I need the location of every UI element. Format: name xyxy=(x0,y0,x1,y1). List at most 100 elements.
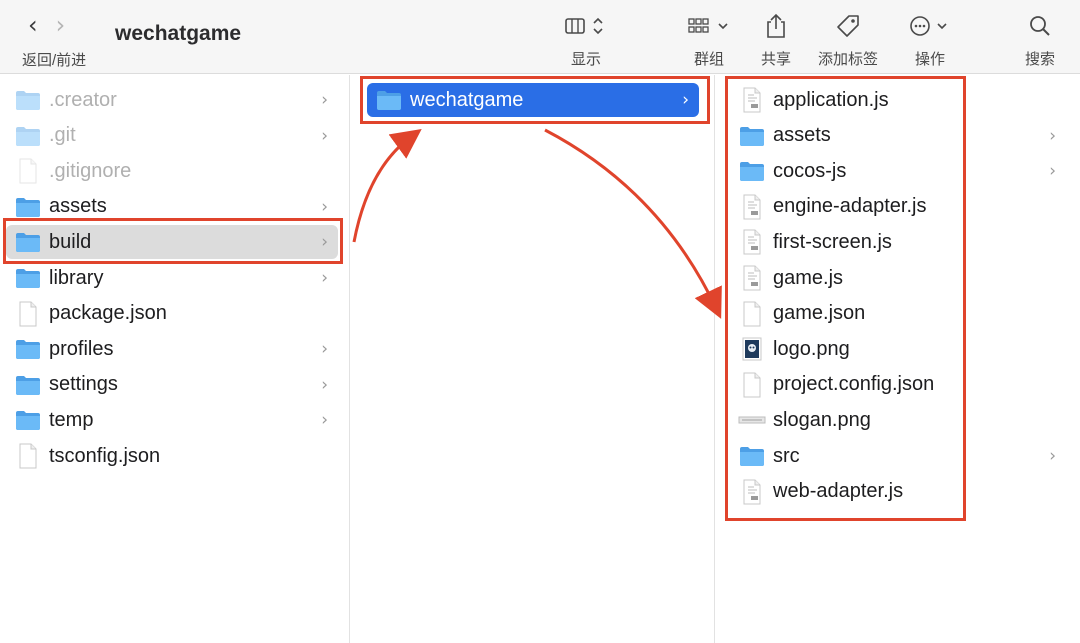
item-name: wechatgame xyxy=(410,88,524,111)
file-row[interactable]: game.js xyxy=(730,261,1066,295)
item-name: assets xyxy=(49,195,107,218)
js-file-icon xyxy=(738,479,766,505)
back-forward-caption: 返回/前进 xyxy=(22,52,87,69)
folder-icon xyxy=(14,230,42,254)
share-icon xyxy=(764,10,788,42)
item-name: web-adapter.js xyxy=(773,480,904,503)
item-name: .git xyxy=(49,124,76,147)
file-row[interactable]: game.json xyxy=(730,297,1066,331)
back-forward-buttons: ‹ › xyxy=(28,12,65,38)
folder-row[interactable]: src › xyxy=(730,439,1066,473)
view-label: 显示 xyxy=(570,51,601,68)
folder-row[interactable]: profiles › xyxy=(6,332,338,366)
column-project: .creator › .git › .gitignore assets › build › lib… xyxy=(0,75,350,643)
file-row[interactable]: project.config.json xyxy=(730,368,1066,402)
item-name: package.json xyxy=(49,302,167,325)
document-icon xyxy=(738,301,766,327)
group-button[interactable]: 群组 xyxy=(686,10,732,69)
back-chevron-icon[interactable]: ‹ xyxy=(28,12,38,38)
action-button[interactable]: 操作 xyxy=(908,10,952,69)
folder-icon xyxy=(14,266,42,290)
add-tags-button[interactable]: 添加标签 xyxy=(812,10,884,69)
file-row[interactable]: tsconfig.json xyxy=(6,439,338,473)
chevron-right-icon: › xyxy=(1049,446,1056,466)
file-row[interactable]: package.json xyxy=(6,297,338,331)
chevron-right-icon: › xyxy=(682,90,689,110)
folder-icon xyxy=(14,195,42,219)
file-row[interactable]: slogan.png xyxy=(730,403,1066,437)
grid-icon xyxy=(687,10,731,42)
file-row[interactable]: web-adapter.js xyxy=(730,475,1066,509)
chevron-right-icon: › xyxy=(1049,125,1056,146)
folder-icon xyxy=(375,88,403,112)
chevron-right-icon: › xyxy=(321,339,328,360)
window-title: wechatgame xyxy=(115,22,242,45)
search-label: 搜索 xyxy=(1024,51,1055,68)
folder-row[interactable]: .git › xyxy=(6,119,338,153)
folder-row[interactable]: wechatgame › xyxy=(367,83,699,117)
chevron-right-icon: › xyxy=(321,232,328,253)
item-name: .creator xyxy=(49,88,117,111)
js-file-icon xyxy=(738,194,766,220)
item-name: slogan.png xyxy=(773,408,871,431)
item-name: library xyxy=(49,266,104,289)
column-wechatgame: application.js assets › cocos-js › engine-ada… xyxy=(716,75,1080,643)
group-label: 群组 xyxy=(693,51,724,68)
chevron-right-icon: › xyxy=(1049,161,1056,182)
chevron-right-icon: › xyxy=(321,268,328,288)
folder-row[interactable]: library › xyxy=(6,261,338,295)
item-name: application.js xyxy=(773,88,889,111)
folder-icon xyxy=(14,373,42,397)
chevron-right-icon: › xyxy=(321,125,328,146)
item-name: settings xyxy=(49,373,118,396)
item-name: src xyxy=(773,444,800,467)
search-button[interactable]: 搜索 xyxy=(1020,10,1060,69)
search-icon xyxy=(1028,10,1052,42)
item-name: temp xyxy=(49,408,94,431)
chevron-right-icon: › xyxy=(321,90,328,110)
item-name: game.json xyxy=(773,302,866,325)
folder-row[interactable]: cocos-js › xyxy=(730,154,1066,188)
folder-row[interactable]: assets › xyxy=(6,190,338,224)
document-icon xyxy=(14,301,42,327)
item-name: first-screen.js xyxy=(773,230,892,253)
folder-row[interactable]: .creator › xyxy=(6,83,338,117)
folder-icon xyxy=(14,337,42,361)
folder-icon xyxy=(738,124,766,148)
folder-icon xyxy=(738,159,766,183)
document-icon xyxy=(738,372,766,398)
folder-row[interactable]: settings › xyxy=(6,368,338,402)
chevron-right-icon: › xyxy=(321,410,328,431)
folder-row[interactable]: build › xyxy=(6,225,338,260)
image-file-icon xyxy=(738,337,766,361)
item-name: profiles xyxy=(49,337,114,360)
file-row[interactable]: application.js xyxy=(730,83,1066,117)
finder-toolbar: ‹ › 返回/前进 wechatgame 显示 群组 共享 添加标签 操作 搜索 xyxy=(0,0,1080,74)
folder-icon xyxy=(14,88,42,112)
folder-icon xyxy=(738,444,766,468)
item-name: project.config.json xyxy=(773,373,935,396)
item-name: logo.png xyxy=(773,337,850,360)
chevron-right-icon: › xyxy=(321,196,328,217)
folder-row[interactable]: assets › xyxy=(730,119,1066,153)
file-row[interactable]: logo.png xyxy=(730,332,1066,366)
column-build: wechatgame › xyxy=(351,75,715,643)
add-tags-label: 添加标签 xyxy=(817,51,878,68)
item-name: tsconfig.json xyxy=(49,444,161,467)
file-row[interactable]: engine-adapter.js xyxy=(730,190,1066,224)
folder-row[interactable]: temp › xyxy=(6,403,338,437)
js-file-icon xyxy=(738,265,766,291)
folder-icon xyxy=(14,124,42,148)
file-row[interactable]: .gitignore xyxy=(6,154,338,188)
forward-chevron-icon[interactable]: › xyxy=(56,12,66,38)
share-label: 共享 xyxy=(760,51,791,68)
column-view-icon xyxy=(564,10,608,42)
view-button[interactable]: 显示 xyxy=(562,10,610,69)
document-icon xyxy=(14,443,42,469)
chevron-right-icon: › xyxy=(321,374,328,395)
share-button[interactable]: 共享 xyxy=(756,10,796,69)
action-label: 操作 xyxy=(914,51,945,68)
file-row[interactable]: first-screen.js xyxy=(730,225,1066,259)
item-name: assets xyxy=(773,124,831,147)
item-name: game.js xyxy=(773,266,844,289)
